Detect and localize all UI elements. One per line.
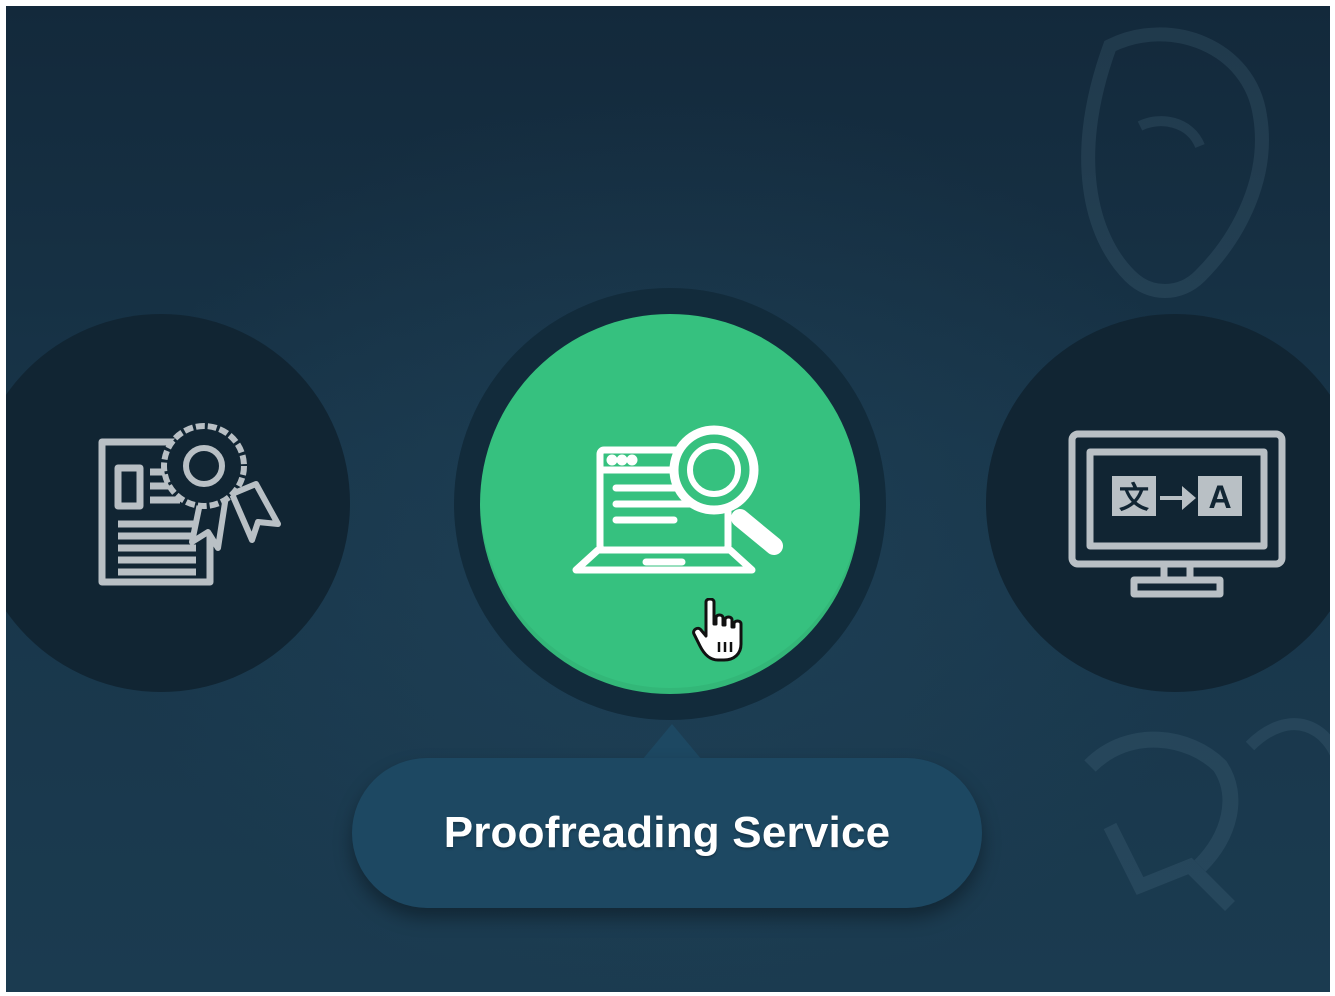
pointer-hand-icon	[692, 597, 748, 669]
monitor-translate-icon: 文 A	[1064, 426, 1294, 606]
certificate-document-icon	[92, 414, 292, 594]
source-glyph: 文	[1119, 481, 1149, 516]
tooltip-arrow	[642, 724, 702, 760]
service-selector-panel: 文 A Proofreading Service	[6, 6, 1330, 992]
tooltip-label: Proofreading Service	[443, 808, 891, 857]
laptop-magnifier-icon	[562, 406, 792, 586]
service-tooltip: Proofreading Service	[352, 758, 982, 908]
target-glyph: A	[1208, 479, 1231, 515]
